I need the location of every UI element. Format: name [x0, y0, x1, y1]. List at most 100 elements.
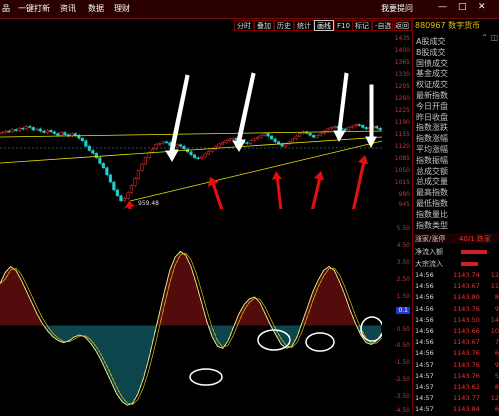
candle [21, 127, 25, 130]
candle [38, 128, 42, 132]
indicator-axis: 5.50 4.50 3.50 2.50 1.50 0.1 0.50 -0.50 … [394, 225, 410, 414]
candle [10, 129, 14, 133]
candle [224, 140, 228, 143]
candle [157, 143, 161, 145]
menu-item-data[interactable]: 数据 [88, 3, 104, 14]
settings-icon[interactable]: ◫ [490, 33, 498, 42]
market-info-label: 权证成交 [416, 80, 448, 90]
main-grid [0, 37, 382, 207]
indicator-grid [0, 220, 382, 412]
tick-row: 14:56 1143.76 6 [413, 349, 499, 360]
candle [280, 143, 284, 147]
tick-price: 1143.80 [453, 293, 480, 302]
tick-row: 14:57 1143.77 12 [413, 394, 499, 405]
price-axis: 1435 1400 1365 1330 1295 1260 1225 1190 … [394, 35, 410, 208]
candle [329, 127, 333, 130]
highlight-circle [189, 368, 223, 386]
tick-row: 14:56 1143.74 12 [413, 271, 499, 282]
toolbar-stats-button[interactable]: 统计 [294, 20, 314, 31]
tick-volume: 8 [494, 383, 499, 391]
red-arrow-icon [272, 171, 283, 209]
toolbar-draw-button[interactable]: 画线 [314, 20, 334, 31]
inflow-label: 净流入额 [415, 248, 443, 256]
tick-time: 14:57 [415, 405, 434, 414]
candle [150, 148, 154, 153]
candle [333, 126, 337, 128]
candle [14, 129, 18, 131]
menu-item-news[interactable]: 资讯 [60, 3, 76, 14]
indicator-chart[interactable] [0, 211, 382, 414]
market-info-label: 指数振幅 [416, 155, 448, 165]
candle [231, 137, 235, 140]
tick-price: 1143.67 [453, 338, 480, 347]
white-arrow-icon [365, 84, 377, 149]
candle [210, 148, 214, 152]
toolbar-history-button[interactable]: 历史 [274, 20, 294, 31]
market-info-label: 总成交额 [416, 166, 448, 176]
refresh-icon[interactable]: ⌃ [481, 33, 488, 42]
candle [189, 151, 193, 156]
ask-question-link[interactable]: 我要提问 [381, 3, 413, 14]
tick-price: 1143.77 [453, 394, 480, 403]
toolbar-mark-button[interactable]: 标记 [352, 20, 372, 31]
candle [3, 130, 7, 133]
candle [140, 163, 144, 171]
tick-volume: 12 [490, 394, 499, 403]
candle [119, 195, 123, 201]
toolbar-back-button[interactable]: 返回 [392, 20, 412, 31]
tick-volume: 5 [494, 371, 499, 380]
tick-time: 14:56 [415, 271, 434, 279]
indicator-value-marker: 0.1 [396, 307, 410, 314]
tick-time: 14:56 [415, 338, 434, 347]
market-info-label: 总成交量 [416, 177, 448, 187]
tick-volume: 9 [494, 304, 499, 313]
candle [154, 144, 158, 150]
candle [273, 138, 277, 143]
tick-time: 14:57 [415, 394, 434, 403]
candle [270, 135, 274, 140]
tick-price: 1143.76 [453, 371, 480, 380]
red-arrow-icon [310, 171, 324, 209]
tick-time: 14:57 [415, 360, 434, 369]
tick-row: 14:56 1143.66 10 [413, 327, 499, 338]
market-info-label: 昨日收盘 [416, 112, 448, 122]
candle [133, 178, 137, 186]
candlestick-chart[interactable]: 959.48 [0, 33, 382, 209]
market-info-label: A股成交 [416, 37, 446, 46]
candle [326, 128, 330, 132]
tick-row: 14:56 1143.50 14 [413, 316, 499, 327]
toolbar-overlay-button[interactable]: 叠加 [254, 20, 274, 31]
candle [101, 163, 105, 168]
tick-volume: 7 [494, 338, 499, 347]
candle [108, 174, 112, 183]
candle [28, 126, 32, 128]
candle [378, 127, 382, 130]
indicator-bars [0, 251, 381, 406]
candle [7, 130, 11, 133]
menu-item-brand[interactable]: 品 [2, 3, 10, 14]
toolbar-intraday-button[interactable]: 分时 [234, 20, 254, 31]
candle [84, 140, 88, 147]
tick-volume: 14 [490, 315, 499, 324]
minimize-icon[interactable]: — [438, 2, 447, 12]
menu-item-finance[interactable]: 理财 [114, 3, 130, 14]
candle [164, 141, 168, 144]
maximize-icon[interactable]: □ [458, 2, 467, 12]
candle [49, 130, 53, 133]
low-price-label: 959.48 [138, 200, 159, 207]
tick-row: 14:56 1143.80 8 [413, 293, 499, 304]
menu-item-ipo[interactable]: 一键打新 [18, 3, 50, 14]
candle [319, 133, 323, 136]
tick-row: 14:56 1143.67 7 [413, 338, 499, 349]
candle [94, 153, 98, 158]
tick-time: 14:56 [415, 282, 434, 291]
stock-code: 880967 数字货币 [415, 21, 481, 30]
candle [199, 156, 204, 159]
candle [343, 128, 347, 131]
toolbar-f10-button[interactable]: F10 [334, 20, 353, 31]
outflow-bar [461, 262, 478, 266]
close-icon[interactable]: ✕ [478, 2, 486, 12]
candle [175, 144, 179, 148]
inflow-bar [461, 250, 487, 254]
tick-time: 14:56 [415, 349, 434, 358]
